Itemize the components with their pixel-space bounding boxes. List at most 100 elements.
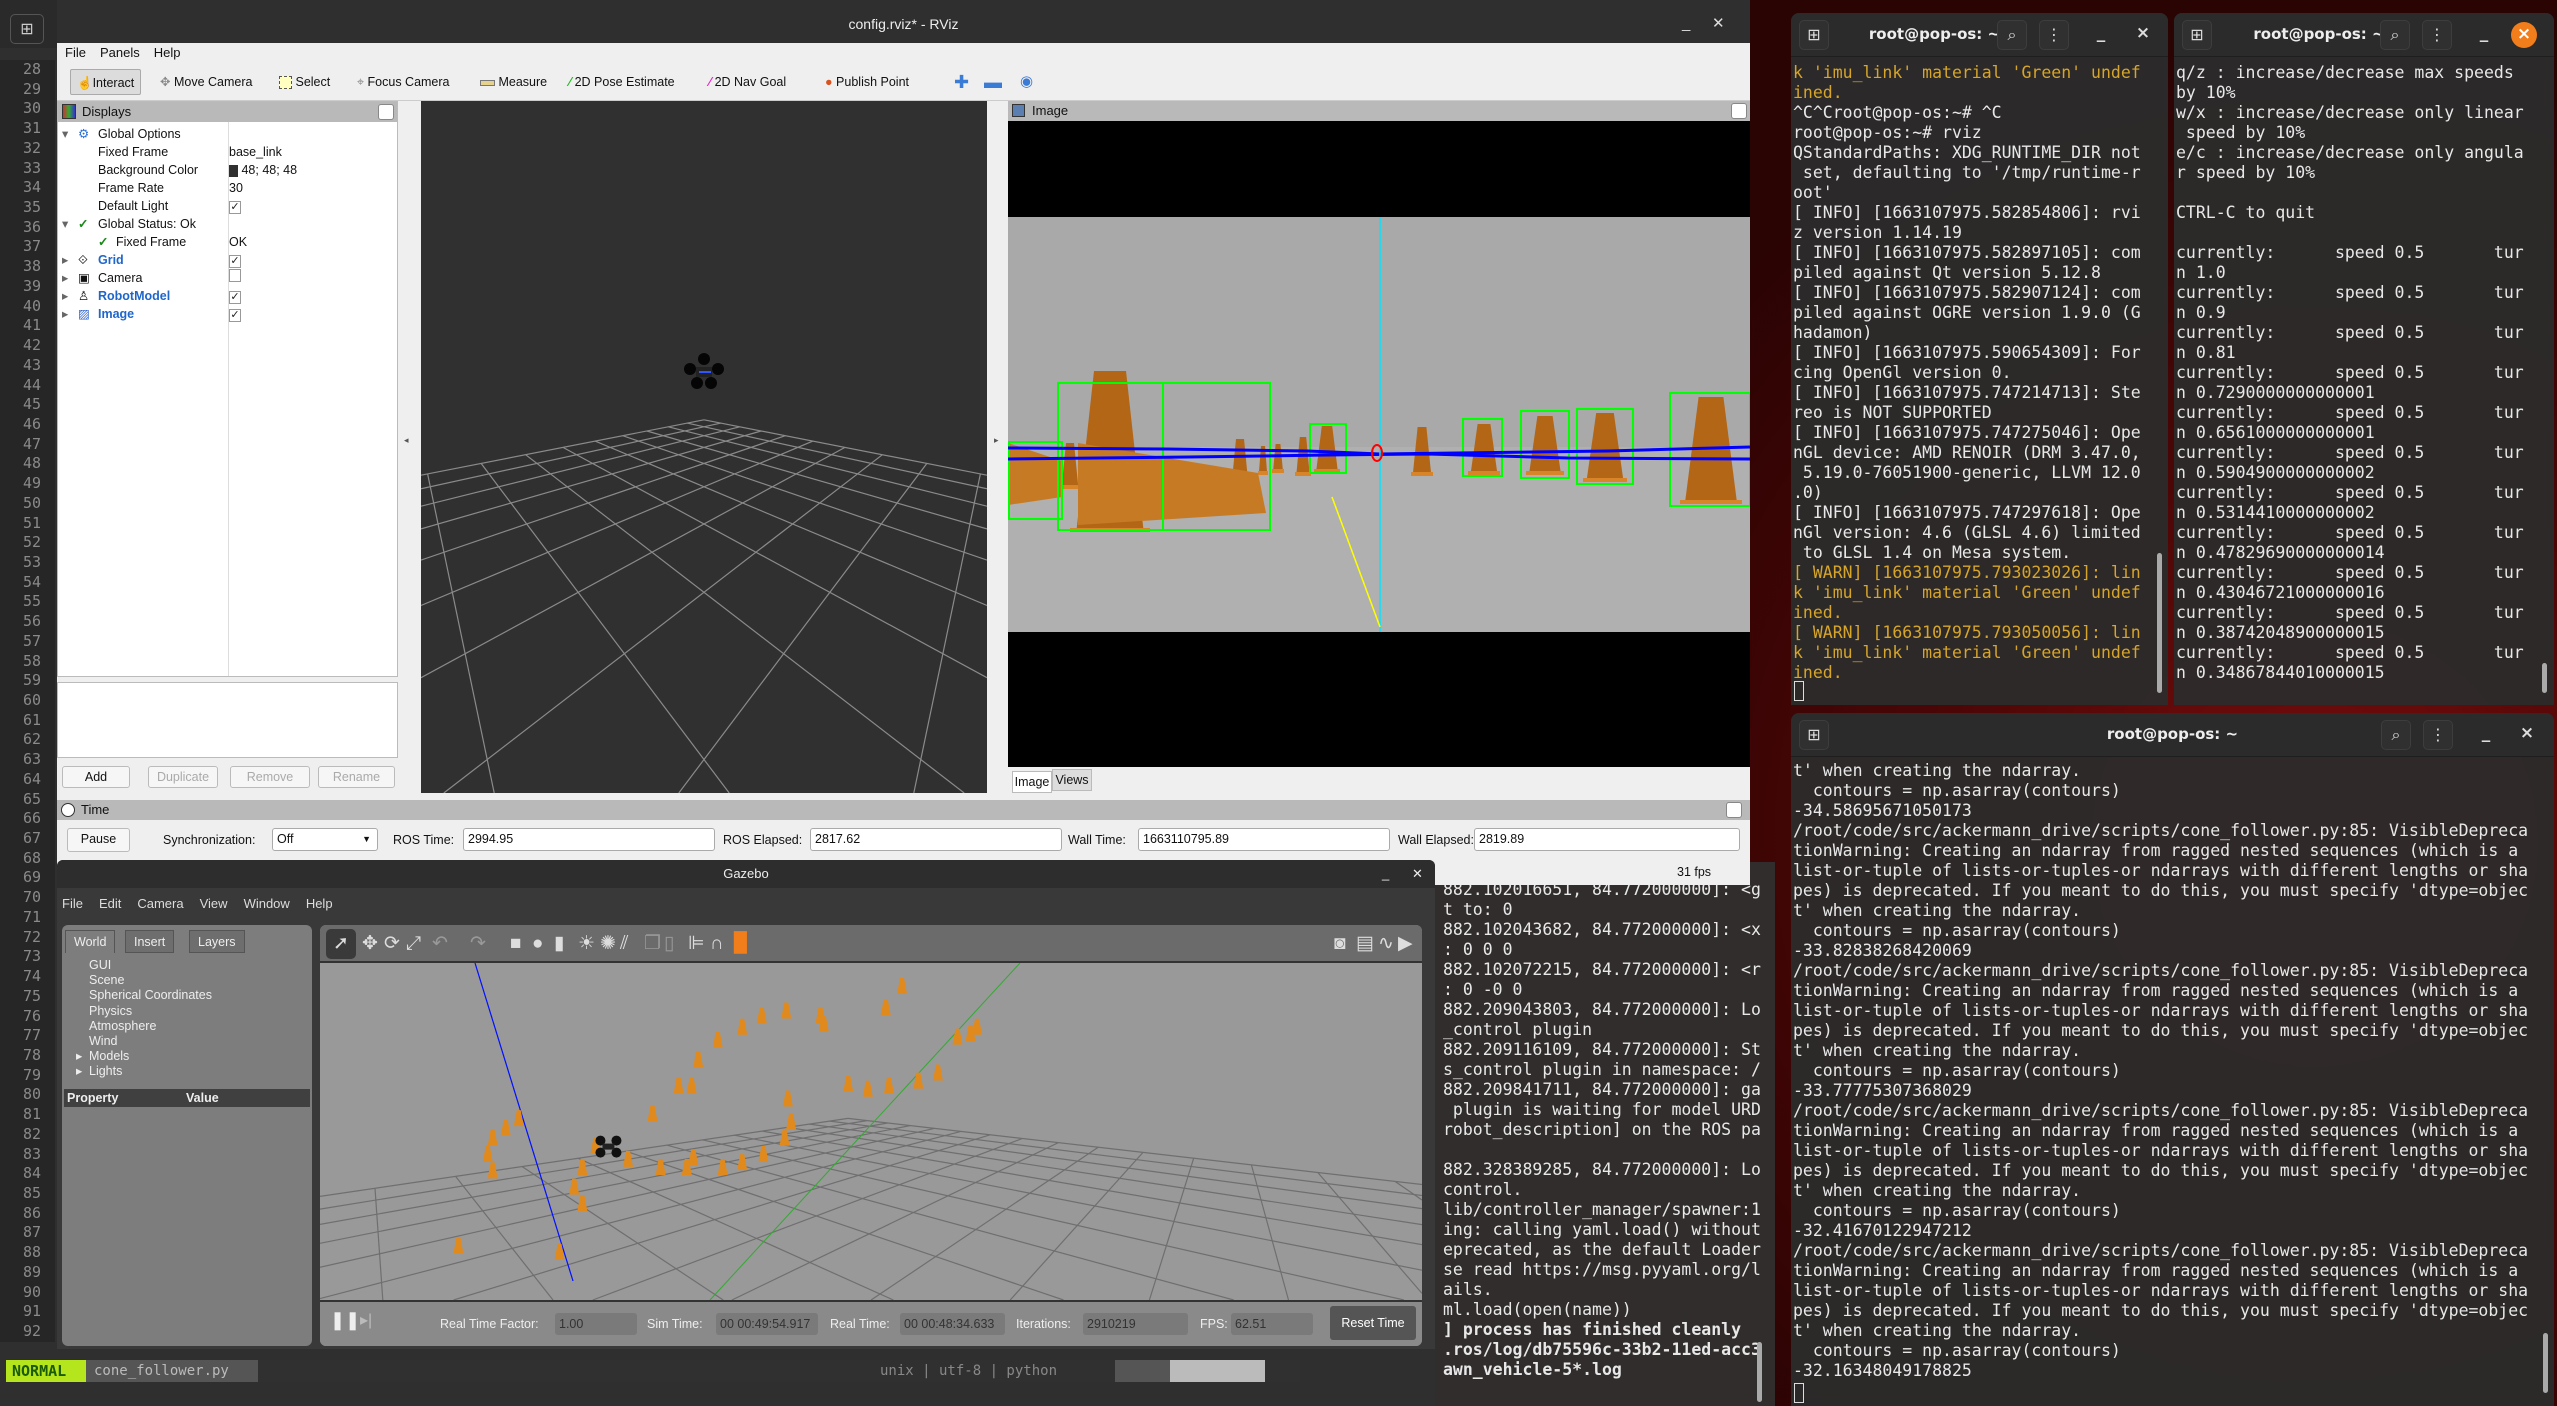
- pause-button[interactable]: Pause: [67, 828, 130, 852]
- rviz-window[interactable]: config.rviz* - RViz _ ✕ File Panels Help…: [57, 5, 1750, 885]
- color-swatch[interactable]: [229, 164, 238, 177]
- change-view-icon[interactable]: ▉: [734, 932, 749, 956]
- menu-icon[interactable]: ⋮: [2423, 720, 2453, 750]
- screenshot-icon[interactable]: ◙: [1334, 932, 1345, 956]
- plot-icon[interactable]: ∿: [1378, 932, 1394, 956]
- tree-row-camera[interactable]: ▸ ▣ Camera: [58, 269, 397, 287]
- wall-elapsed-field[interactable]: 2819.89: [1474, 828, 1740, 851]
- tab-layers[interactable]: Layers: [189, 930, 245, 953]
- sync-select[interactable]: Off ▼: [272, 828, 378, 851]
- step-icon[interactable]: ▸|: [360, 1311, 372, 1331]
- add-tool-button[interactable]: ✚: [954, 69, 969, 95]
- panel-float-toggle[interactable]: [1731, 103, 1747, 119]
- cone-follower-terminal-window[interactable]: ⊞ root@pop-os: ~ ⌕ ⋮ _ × t' when creatin…: [1791, 713, 2554, 1406]
- menu-file[interactable]: File: [65, 43, 86, 63]
- wall-time-field[interactable]: 1663110795.89: [1138, 828, 1390, 851]
- align-icon[interactable]: ⊫: [688, 932, 705, 956]
- directional-light-icon[interactable]: ⫽: [620, 932, 628, 956]
- scrollbar[interactable]: [2157, 553, 2162, 693]
- tree-row-global-options[interactable]: ▾ ⚙ Global Options: [58, 125, 397, 143]
- image-checkbox[interactable]: ✓: [229, 309, 241, 322]
- scrollbar[interactable]: [2542, 663, 2547, 693]
- close-icon[interactable]: ✕: [1412, 860, 1423, 888]
- menu-icon[interactable]: ⋮: [2039, 20, 2069, 50]
- menu-help[interactable]: Help: [306, 893, 333, 915]
- tree-row-fixed-frame[interactable]: Fixed Frame base_link: [58, 143, 397, 161]
- panel-float-toggle[interactable]: [378, 104, 394, 120]
- search-icon[interactable]: ⌕: [1997, 20, 2027, 50]
- tree-row-grid[interactable]: ▸ ⟐ Grid ✓: [58, 251, 397, 269]
- minimize-icon[interactable]: _: [2089, 23, 2113, 43]
- rename-button[interactable]: Rename: [318, 766, 395, 788]
- default-light-checkbox[interactable]: ✓: [229, 201, 241, 214]
- tool-select[interactable]: Select: [279, 69, 330, 95]
- collapse-left-arrow[interactable]: ◂: [404, 435, 409, 446]
- menu-view[interactable]: View: [200, 893, 228, 915]
- tab-views[interactable]: Views: [1052, 769, 1092, 791]
- sphere-shape-icon[interactable]: ●: [532, 932, 543, 956]
- gazebo-launch-terminal[interactable]: 882.102016651, 84.772000000]: <g t to: 08…: [1435, 862, 1775, 1406]
- menu-panels[interactable]: Panels: [100, 43, 140, 63]
- robotmodel-checkbox[interactable]: ✓: [229, 291, 241, 304]
- minimize-icon[interactable]: _: [1382, 860, 1389, 888]
- gazebo-3d-scene[interactable]: [320, 963, 1422, 1300]
- minimize-icon[interactable]: _: [1682, 5, 1690, 43]
- close-icon[interactable]: ×: [2511, 22, 2537, 48]
- tool-interact[interactable]: ☝Interact: [70, 69, 142, 95]
- pause-icon[interactable]: ❚❚: [330, 1310, 360, 1330]
- minimize-icon[interactable]: _: [2474, 723, 2498, 743]
- tree-row-background-color[interactable]: Background Color 48; 48; 48: [58, 161, 397, 179]
- menu-window[interactable]: Window: [244, 893, 290, 915]
- video-record-icon[interactable]: ▶: [1398, 932, 1413, 956]
- log-icon[interactable]: ▤: [1356, 932, 1374, 956]
- close-icon[interactable]: ×: [2131, 23, 2155, 43]
- close-icon[interactable]: ✕: [1712, 5, 1725, 43]
- snap-icon[interactable]: ∩: [710, 932, 724, 956]
- camera-checkbox[interactable]: [229, 269, 241, 282]
- tree-item-wind[interactable]: Wind: [89, 1034, 117, 1049]
- tree-item-spherical-coordinates[interactable]: Spherical Coordinates: [89, 988, 212, 1003]
- tab-insert[interactable]: Insert: [125, 930, 175, 953]
- menu-camera[interactable]: Camera: [137, 893, 183, 915]
- remove-tool-button[interactable]: ▬: [984, 69, 1002, 95]
- tab-image[interactable]: Image: [1012, 771, 1052, 793]
- tree-item-physics[interactable]: Physics: [89, 1004, 132, 1019]
- tree-item-atmosphere[interactable]: Atmosphere: [89, 1019, 156, 1034]
- rotate-icon[interactable]: ⟳: [384, 932, 400, 956]
- teleop-terminal-window[interactable]: ⊞ root@pop-os: ~ ⌕ ⋮ _ × q/z : increase/…: [2174, 13, 2554, 705]
- paste-icon[interactable]: ▯: [664, 932, 674, 956]
- tab-world[interactable]: World: [65, 930, 116, 953]
- duplicate-button[interactable]: Duplicate: [148, 766, 218, 788]
- minimize-icon[interactable]: _: [2472, 23, 2496, 43]
- tree-row-frame-rate[interactable]: Frame Rate 30: [58, 179, 397, 197]
- tool-measure[interactable]: Measure: [480, 69, 547, 95]
- tool-move-camera[interactable]: ✥ Move Camera: [160, 69, 252, 95]
- undo-icon[interactable]: ↶: [432, 932, 448, 956]
- tree-row-robotmodel[interactable]: ▸ ♙ RobotModel ✓: [58, 287, 397, 305]
- gazebo-viewport[interactable]: ➚ ✥ ⟳ ⤢ ↶ ↷ ■ ● ▮ ☀ ✺ ⫽ ❐ ▯ ⊫ ∩ ▉ ◙ ▤ ∿ …: [320, 925, 1422, 1346]
- tree-row-default-light[interactable]: Default Light ✓: [58, 197, 397, 215]
- menu-help[interactable]: Help: [154, 43, 181, 63]
- ros-time-field[interactable]: 2994.95: [463, 828, 715, 851]
- grid-checkbox[interactable]: ✓: [229, 255, 241, 268]
- menu-icon[interactable]: ⋮: [2422, 20, 2452, 50]
- ros-elapsed-field[interactable]: 2817.62: [810, 828, 1062, 851]
- cylinder-shape-icon[interactable]: ▮: [554, 932, 564, 956]
- scale-icon[interactable]: ⤢: [406, 932, 421, 956]
- new-tab-icon[interactable]: ⊞: [10, 14, 44, 44]
- camera-type-icon[interactable]: ◉: [1020, 69, 1033, 95]
- add-button[interactable]: Add: [62, 766, 130, 788]
- menu-edit[interactable]: Edit: [99, 893, 121, 915]
- rviz-terminal-window[interactable]: ⊞ root@pop-os: ~ ⌕ ⋮ _ × k 'imu_link' ma…: [1791, 13, 2168, 705]
- scrollbar[interactable]: [2543, 1333, 2548, 1393]
- copy-icon[interactable]: ❐: [644, 932, 661, 956]
- close-icon[interactable]: ×: [2515, 723, 2539, 743]
- select-arrow-icon[interactable]: ➚: [326, 929, 356, 959]
- scrollbar[interactable]: [1757, 1342, 1762, 1402]
- tree-row-image[interactable]: ▸ ▨ Image ✓: [58, 305, 397, 323]
- tree-row-status-fixed-frame[interactable]: ✓ Fixed Frame OK: [58, 233, 397, 251]
- search-icon[interactable]: ⌕: [2380, 20, 2410, 50]
- reset-time-button[interactable]: Reset Time: [1330, 1306, 1416, 1340]
- spot-light-icon[interactable]: ✺: [600, 932, 616, 956]
- tree-item-models[interactable]: ▸ Models: [76, 1049, 129, 1064]
